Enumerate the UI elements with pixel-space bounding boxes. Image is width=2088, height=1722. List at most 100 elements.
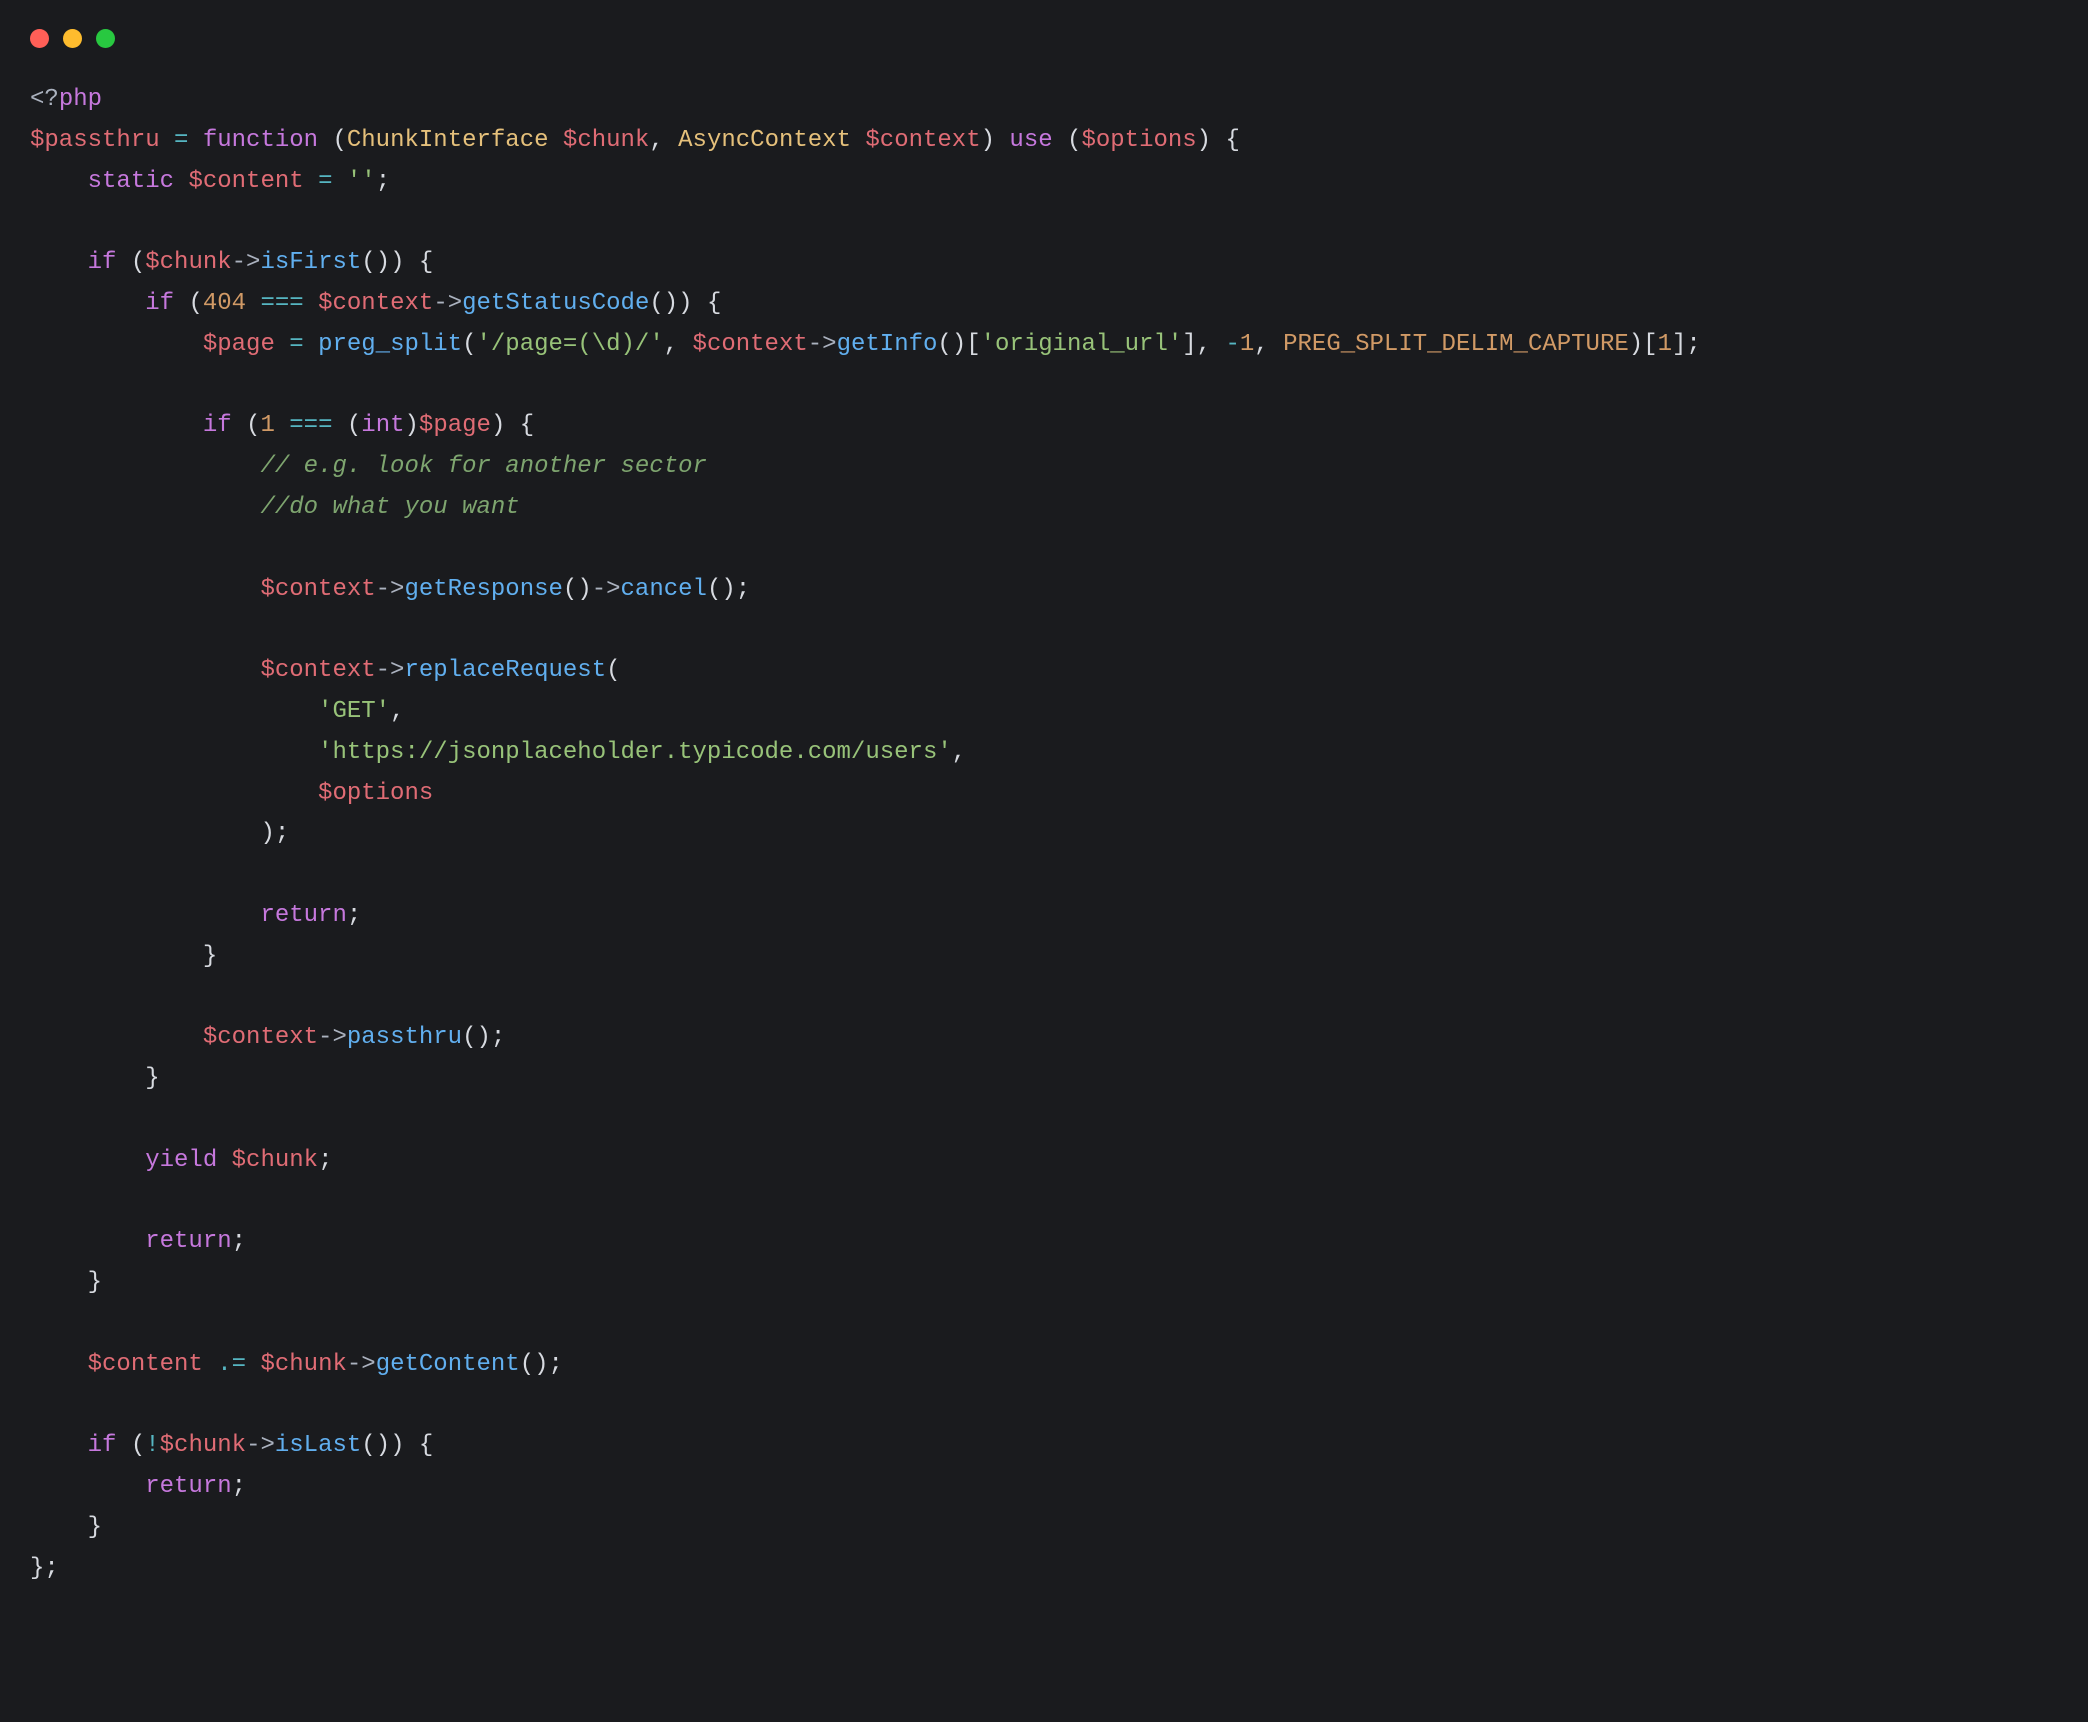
code-token: (	[563, 576, 577, 603]
code-token	[116, 249, 130, 276]
code-token	[30, 412, 203, 439]
code-token: cancel	[621, 576, 707, 603]
code-token: (	[131, 249, 145, 276]
code-token: getContent	[376, 1351, 520, 1378]
code-token	[405, 249, 419, 276]
code-token	[232, 412, 246, 439]
code-token: ->	[592, 576, 621, 603]
code-token: $page	[419, 412, 491, 439]
code-token: )	[664, 290, 678, 317]
code-token: {	[419, 249, 433, 276]
code-token: (	[520, 1351, 534, 1378]
code-token: ]	[1182, 331, 1196, 358]
code-token: (	[462, 331, 476, 358]
code-token: ;	[1686, 331, 1700, 358]
code-token	[174, 168, 188, 195]
code-token	[304, 290, 318, 317]
code-token: $content	[88, 1351, 203, 1378]
code-token	[188, 127, 202, 154]
code-token: 1	[1658, 331, 1672, 358]
code-token	[30, 494, 260, 521]
code-token: return	[145, 1228, 231, 1255]
code-token: )	[952, 331, 966, 358]
code-token: ]	[1672, 331, 1686, 358]
code-token: ->	[246, 1432, 275, 1459]
code-token: ,	[390, 698, 404, 725]
code-token: )	[376, 249, 390, 276]
code-token	[30, 1351, 88, 1378]
code-token	[246, 1351, 260, 1378]
code-token: return	[145, 1473, 231, 1500]
code-token: !	[145, 1432, 159, 1459]
code-token: )	[476, 1024, 490, 1051]
code-token	[332, 412, 346, 439]
code-token: (	[246, 412, 260, 439]
code-token: return	[260, 902, 346, 929]
code-token: $context	[260, 576, 375, 603]
code-token	[664, 127, 678, 154]
code-block[interactable]: <?php $passthru = function (ChunkInterfa…	[30, 80, 2058, 1589]
code-token	[505, 412, 519, 439]
code-token: <?	[30, 86, 59, 113]
code-token: $context	[260, 657, 375, 684]
code-token: //do what you want	[260, 494, 519, 521]
code-token: )	[491, 412, 505, 439]
code-token: (	[361, 249, 375, 276]
code-token: ;	[318, 1147, 332, 1174]
code-token: 1	[1240, 331, 1254, 358]
code-token: if	[203, 412, 232, 439]
code-token: )	[390, 249, 404, 276]
code-token: ->	[232, 249, 261, 276]
code-token: replaceRequest	[404, 657, 606, 684]
code-token	[160, 127, 174, 154]
code-token: )	[678, 290, 692, 317]
code-token: ->	[808, 331, 837, 358]
code-token: .=	[217, 1351, 246, 1378]
code-token: ;	[232, 1473, 246, 1500]
code-token: (	[332, 127, 346, 154]
code-token	[332, 168, 346, 195]
code-token	[116, 1432, 130, 1459]
code-token: preg_split	[318, 331, 462, 358]
window-titlebar	[30, 22, 2058, 54]
traffic-light-zoom-icon[interactable]	[96, 29, 115, 48]
code-token	[275, 412, 289, 439]
code-token: ;	[347, 902, 361, 929]
code-token: $context	[693, 331, 808, 358]
code-token	[1053, 127, 1067, 154]
code-token	[30, 1065, 145, 1092]
code-token	[30, 943, 203, 970]
traffic-light-close-icon[interactable]	[30, 29, 49, 48]
code-token: getStatusCode	[462, 290, 649, 317]
code-token: ;	[376, 168, 390, 195]
code-token	[405, 1432, 419, 1459]
traffic-light-minimize-icon[interactable]	[63, 29, 82, 48]
code-token	[1269, 331, 1283, 358]
code-token	[318, 127, 332, 154]
code-token	[174, 290, 188, 317]
code-token	[30, 1269, 88, 1296]
code-token: )	[376, 1432, 390, 1459]
code-token	[30, 657, 260, 684]
code-token: }	[203, 943, 217, 970]
code-token: )	[260, 820, 274, 847]
code-token: php	[59, 86, 102, 113]
code-token: (	[707, 576, 721, 603]
code-token: 1	[260, 412, 274, 439]
code-token: $page	[203, 331, 275, 358]
code-token: =	[318, 168, 332, 195]
code-token: {	[1225, 127, 1239, 154]
code-token: ;	[736, 576, 750, 603]
code-token: )	[1197, 127, 1211, 154]
code-token	[30, 902, 260, 929]
code-token: ->	[318, 1024, 347, 1051]
code-token	[30, 576, 260, 603]
code-token: $options	[1081, 127, 1196, 154]
code-token	[30, 331, 203, 358]
code-token	[30, 249, 88, 276]
code-token: if	[88, 1432, 117, 1459]
code-token	[275, 331, 289, 358]
code-token: )	[405, 412, 419, 439]
code-token: {	[520, 412, 534, 439]
code-token: (	[606, 657, 620, 684]
